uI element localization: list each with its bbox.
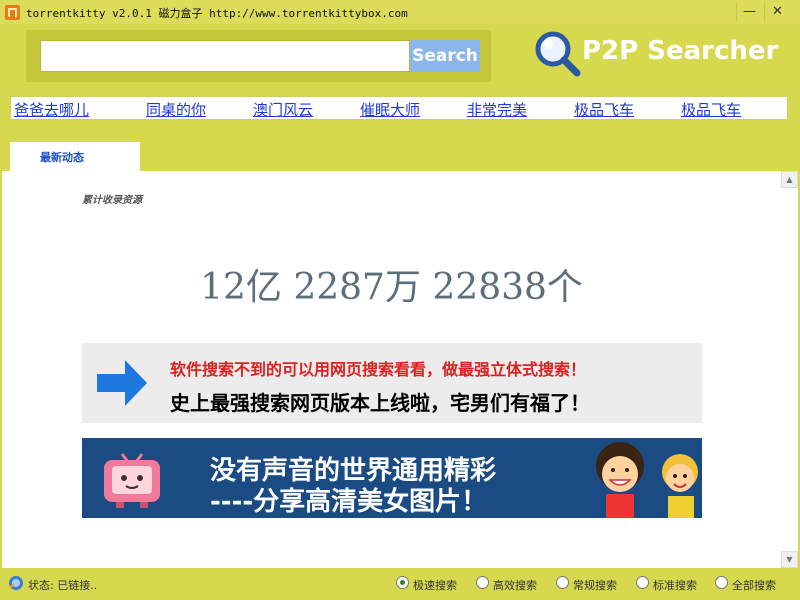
radio-label: 极速搜索 [413, 579, 457, 592]
radio-regular-search[interactable] [556, 576, 569, 589]
hot-keyword-link[interactable]: 极品飞车 [574, 99, 634, 120]
radio-label: 标准搜索 [653, 579, 697, 592]
search-button[interactable]: Search [410, 40, 480, 72]
hot-keyword-link[interactable]: 极品飞车 [681, 99, 741, 120]
scroll-up-button[interactable]: ▲ [781, 171, 798, 188]
hot-keyword-link[interactable]: 爸爸去哪儿 [14, 99, 89, 120]
tab-label: 最新动态 [40, 151, 84, 164]
hot-keyword-link[interactable]: 非常完美 [467, 99, 527, 120]
magnifier-icon [535, 31, 581, 77]
radio-label: 常规搜索 [573, 579, 617, 592]
tv-mascot-icon [104, 453, 160, 508]
radio-fast-search[interactable] [396, 576, 409, 589]
hot-keyword-link[interactable]: 同桌的你 [146, 99, 206, 120]
app-icon [5, 5, 20, 20]
window-title: torrentkitty v2.0.1 磁力盒子 http://www.torr… [26, 7, 408, 20]
connection-status-icon [9, 576, 23, 590]
minimize-button[interactable]: — [736, 2, 762, 22]
radio-standard-search[interactable] [636, 576, 649, 589]
section-label: 累计收录资源 [82, 195, 142, 206]
radio-all-search[interactable] [715, 576, 728, 589]
resource-count: 12亿 2287万 22838个 [200, 267, 583, 308]
close-button[interactable]: ✕ [764, 2, 790, 22]
hot-keyword-link[interactable]: 催眠大师 [360, 99, 420, 120]
radio-label: 全部搜索 [732, 579, 776, 592]
radio-efficient-search[interactable] [476, 576, 489, 589]
banner1-line1: 软件搜索不到的可以用网页搜索看看，做最强立体式搜索！ [170, 360, 587, 379]
banner1-line2: 史上最强搜索网页版本上线啦，宅男们有福了！ [170, 391, 590, 415]
logo-text: P2P Searcher [582, 36, 779, 66]
cartoon-faces-icon [582, 438, 702, 518]
radio-label: 高效搜索 [493, 579, 537, 592]
banner2-line2: ----分享高清美女图片！ [210, 487, 488, 517]
search-input[interactable] [40, 40, 410, 72]
arrow-right-icon [97, 360, 147, 406]
status-text: 状态: 已链接.. [28, 579, 98, 592]
scroll-down-button[interactable]: ▼ [781, 551, 798, 568]
hot-keyword-link[interactable]: 澳门风云 [253, 99, 313, 120]
